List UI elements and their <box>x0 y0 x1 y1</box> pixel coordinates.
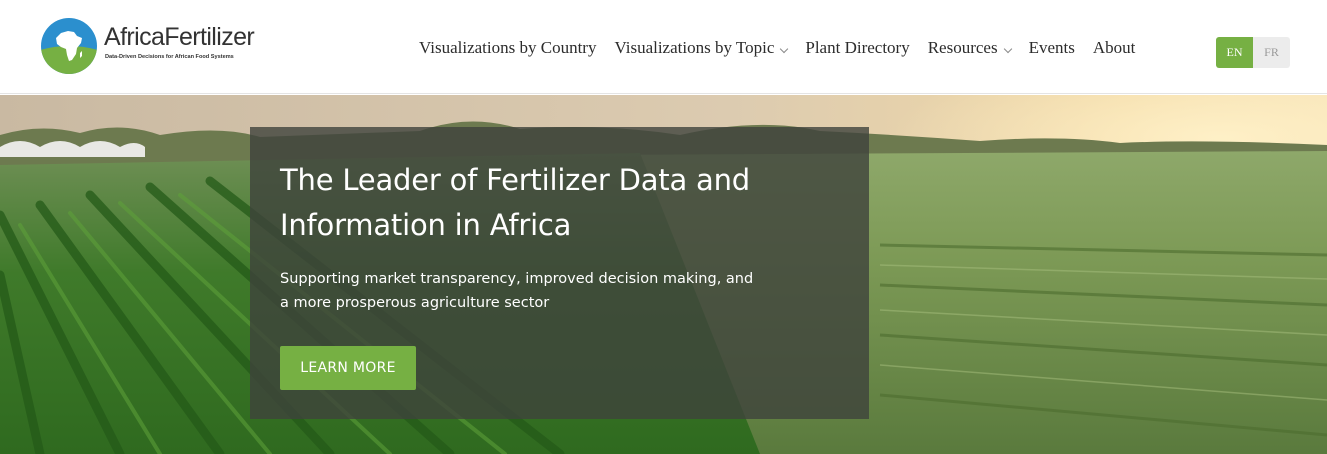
africa-globe-logo-icon <box>41 18 97 74</box>
nav-label: Resources <box>927 38 998 57</box>
main-nav: Visualizations by Country Visualizations… <box>419 37 1135 59</box>
logo-tagline: Data-Driven Decisions for African Food S… <box>105 54 234 60</box>
nav-label: About <box>1092 38 1136 57</box>
nav-visualizations-by-topic[interactable]: Visualizations by Topic <box>614 37 789 59</box>
nav-visualizations-by-country[interactable]: Visualizations by Country <box>419 37 596 59</box>
site-header: AfricaFertilizer Data-Driven Decisions f… <box>0 0 1327 94</box>
nav-events[interactable]: Events <box>1029 37 1075 59</box>
nav-label: Visualizations by Country <box>419 38 597 57</box>
nav-label: Plant Directory <box>805 38 910 57</box>
hero-card: The Leader of Fertilizer Data and Inform… <box>250 127 869 419</box>
nav-about[interactable]: About <box>1093 37 1136 59</box>
learn-more-button[interactable]: LEARN MORE <box>280 346 416 390</box>
chevron-down-icon <box>780 44 789 54</box>
hero-subtitle: Supporting market transparency, improved… <box>280 271 754 311</box>
site-logo[interactable]: AfricaFertilizer Data-Driven Decisions f… <box>40 16 280 76</box>
logo-wordmark: AfricaFertilizer <box>104 23 255 51</box>
hero-title: The Leader of Fertilizer Data and Inform… <box>280 163 751 242</box>
language-switcher: EN FR <box>1216 37 1290 68</box>
language-fr-button[interactable]: FR <box>1253 37 1290 68</box>
hero-banner: The Leader of Fertilizer Data and Inform… <box>0 95 1327 454</box>
language-en-button[interactable]: EN <box>1216 37 1253 68</box>
nav-resources[interactable]: Resources <box>927 37 1012 59</box>
nav-plant-directory[interactable]: Plant Directory <box>805 37 909 59</box>
nav-label: Visualizations by Topic <box>614 38 775 57</box>
chevron-down-icon <box>1003 44 1012 54</box>
nav-label: Events <box>1028 38 1075 57</box>
